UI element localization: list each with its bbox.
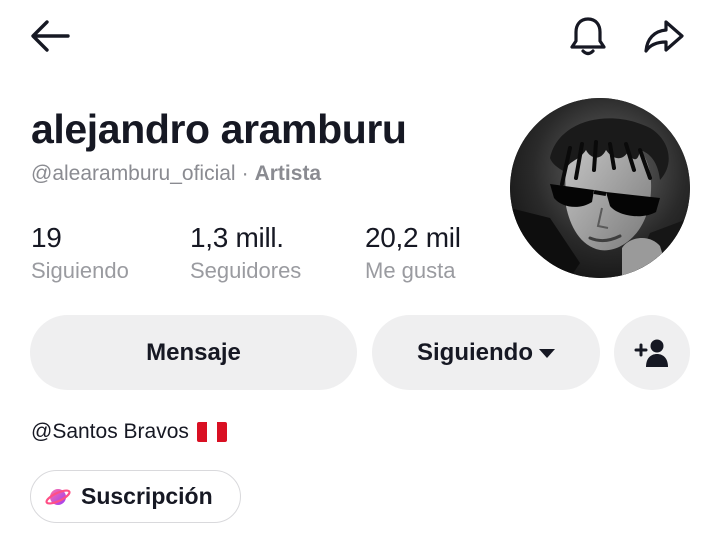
stat-likes-label: Me gusta (365, 258, 456, 283)
message-button-label: Mensaje (146, 338, 241, 366)
notifications-button[interactable] (560, 10, 616, 62)
stat-followers[interactable]: 1,3 mill. Seguidores (190, 222, 301, 284)
stat-followers-value: 1,3 mill. (190, 222, 284, 253)
separator-dot: · (241, 162, 249, 185)
stat-following-label: Siguiendo (31, 258, 129, 283)
back-button[interactable] (22, 12, 78, 60)
planet-icon (45, 485, 71, 509)
peru-flag-icon (196, 422, 227, 442)
avatar[interactable] (510, 98, 690, 278)
subscription-button[interactable]: Suscripción (30, 470, 241, 523)
caret-down-icon (539, 349, 555, 358)
following-button-label: Siguiendo (417, 338, 533, 366)
stat-followers-label: Seguidores (190, 258, 302, 283)
bell-icon (570, 17, 606, 56)
share-button[interactable] (636, 10, 692, 62)
following-dropdown-button[interactable]: Siguiendo (372, 315, 600, 390)
stat-likes-value: 20,2 mil (365, 222, 461, 253)
add-friend-button[interactable] (614, 315, 690, 390)
avatar-photo (510, 98, 690, 278)
profile-name: alejandro aramburu (31, 106, 407, 152)
share-arrow-icon (644, 20, 684, 53)
profile-role[interactable]: Artista (255, 162, 322, 185)
message-button[interactable]: Mensaje (30, 315, 357, 390)
stat-following[interactable]: 19 Siguiendo (31, 222, 129, 284)
arrow-left-icon (31, 20, 70, 52)
subscription-label: Suscripción (81, 483, 213, 509)
bio-text[interactable]: @Santos Bravos (31, 420, 189, 444)
stat-likes[interactable]: 20,2 mil Me gusta (365, 222, 461, 284)
bio: @Santos Bravos (31, 420, 227, 444)
profile-handle: @alearamburu_oficial (31, 162, 236, 185)
handle-row: @alearamburu_oficial · Artista (31, 162, 321, 186)
add-user-icon (634, 339, 668, 367)
stat-following-value: 19 (31, 222, 62, 253)
